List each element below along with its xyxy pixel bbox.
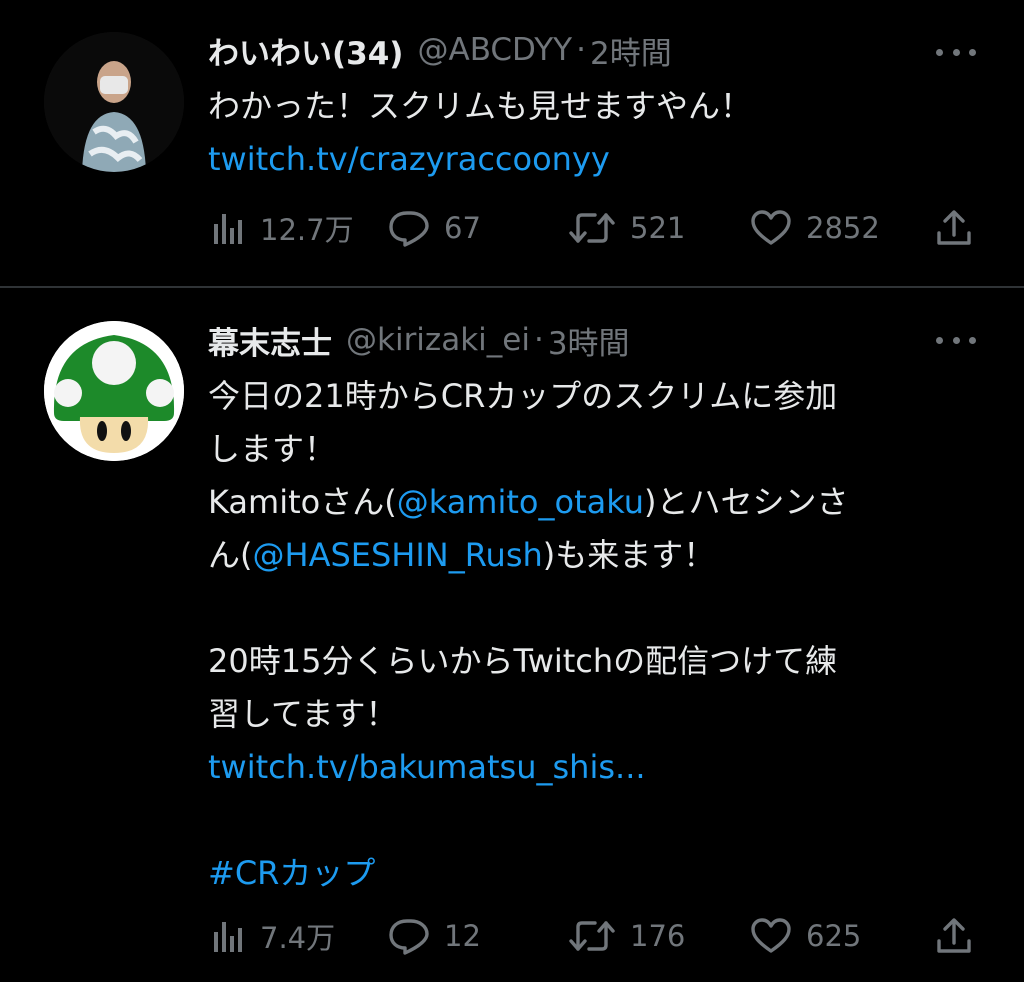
retweet-button[interactable]: 521 xyxy=(568,206,685,250)
tweet-text: 今日の21時からCRカップのスクリムに参加 します！ Kamitoさん(@kam… xyxy=(208,370,974,900)
retweet-icon xyxy=(569,213,615,243)
tweet-line: ん(@HASESHIN_Rush)も来ます！ xyxy=(208,529,974,582)
retweet-button[interactable]: 176 xyxy=(568,914,685,958)
tweet-line: します！ xyxy=(208,430,337,468)
views-icon xyxy=(214,214,242,244)
action-bar: 7.4万 12 176 625 xyxy=(210,914,980,958)
tweet-link[interactable]: twitch.tv/bakumatsu_shis... xyxy=(208,741,974,794)
retweet-icon xyxy=(569,921,615,951)
separator: · xyxy=(533,322,544,358)
reply-icon xyxy=(389,211,429,247)
like-count: 2852 xyxy=(806,211,880,245)
reply-count: 67 xyxy=(444,211,481,245)
like-button[interactable]: 625 xyxy=(750,914,861,958)
user-handle[interactable]: @ABCDYY xyxy=(417,32,572,68)
share-button[interactable] xyxy=(934,914,974,958)
tweet-text: わかった！スクリムも見せますやん！ twitch.tv/crazyraccoon… xyxy=(208,80,974,186)
retweet-count: 521 xyxy=(630,211,686,245)
reply-button[interactable]: 12 xyxy=(388,914,481,958)
tweet-line: Kamitoさん(@kamito_otaku)とハセシンさ xyxy=(208,476,974,529)
views-button[interactable]: 7.4万 xyxy=(210,914,335,958)
more-icon[interactable] xyxy=(936,42,976,62)
more-icon[interactable] xyxy=(936,330,976,350)
tweet-line: 習してます！ xyxy=(208,695,398,733)
tweet-header: 幕末志士 @kirizaki_ei · 3時間 xyxy=(208,318,630,362)
hashtag-link[interactable]: #CRカップ xyxy=(208,847,974,900)
tweet-header: わいわい(34) @ABCDYY · 2時間 xyxy=(208,28,672,72)
tweet-line: 20時15分くらいからTwitchの配信つけて練 xyxy=(208,642,838,680)
views-button[interactable]: 12.7万 xyxy=(210,206,354,250)
display-name[interactable]: わいわい(34) xyxy=(208,28,403,73)
display-name[interactable]: 幕末志士 xyxy=(208,318,332,363)
reply-icon xyxy=(389,919,429,955)
views-count: 12.7万 xyxy=(260,213,354,247)
tweet-line: 今日の21時からCRカップのスクリムに参加 xyxy=(208,377,838,415)
line-text: Kamitoさん( xyxy=(208,483,397,521)
like-count: 625 xyxy=(806,919,862,953)
share-button[interactable] xyxy=(934,206,974,250)
line-text: )とハセシンさ xyxy=(644,483,849,521)
reply-button[interactable]: 67 xyxy=(388,206,481,250)
views-icon xyxy=(214,922,242,952)
share-icon xyxy=(937,210,971,245)
tweet[interactable]: 幕末志士 @kirizaki_ei · 3時間 今日の21時からCRカップのスク… xyxy=(0,288,1024,982)
reply-count: 12 xyxy=(444,919,481,953)
like-icon xyxy=(751,210,791,245)
mushroom-avatar-icon xyxy=(44,321,184,461)
avatar[interactable] xyxy=(44,32,184,172)
avatar-photo xyxy=(44,32,184,172)
views-count: 7.4万 xyxy=(260,921,336,955)
action-bar: 12.7万 67 521 2852 xyxy=(210,206,980,250)
tweet[interactable]: わいわい(34) @ABCDYY · 2時間 わかった！スクリムも見せますやん！… xyxy=(0,0,1024,286)
share-icon xyxy=(937,918,971,953)
like-icon xyxy=(751,918,791,953)
avatar[interactable] xyxy=(44,321,184,461)
timestamp[interactable]: 2時間 xyxy=(590,28,672,73)
mention-link[interactable]: @kamito_otaku xyxy=(397,483,644,521)
line-text: ん( xyxy=(208,536,253,574)
like-button[interactable]: 2852 xyxy=(750,206,880,250)
mention-link[interactable]: @HASESHIN_Rush xyxy=(253,536,543,574)
user-handle[interactable]: @kirizaki_ei xyxy=(346,322,530,358)
timestamp[interactable]: 3時間 xyxy=(548,318,630,363)
retweet-count: 176 xyxy=(630,919,686,953)
line-text: )も来ます！ xyxy=(542,536,716,574)
tweet-line: わかった！スクリムも見せますやん！ xyxy=(208,87,753,125)
tweet-link[interactable]: twitch.tv/crazyraccoonyy xyxy=(208,133,974,186)
separator: · xyxy=(576,32,586,68)
